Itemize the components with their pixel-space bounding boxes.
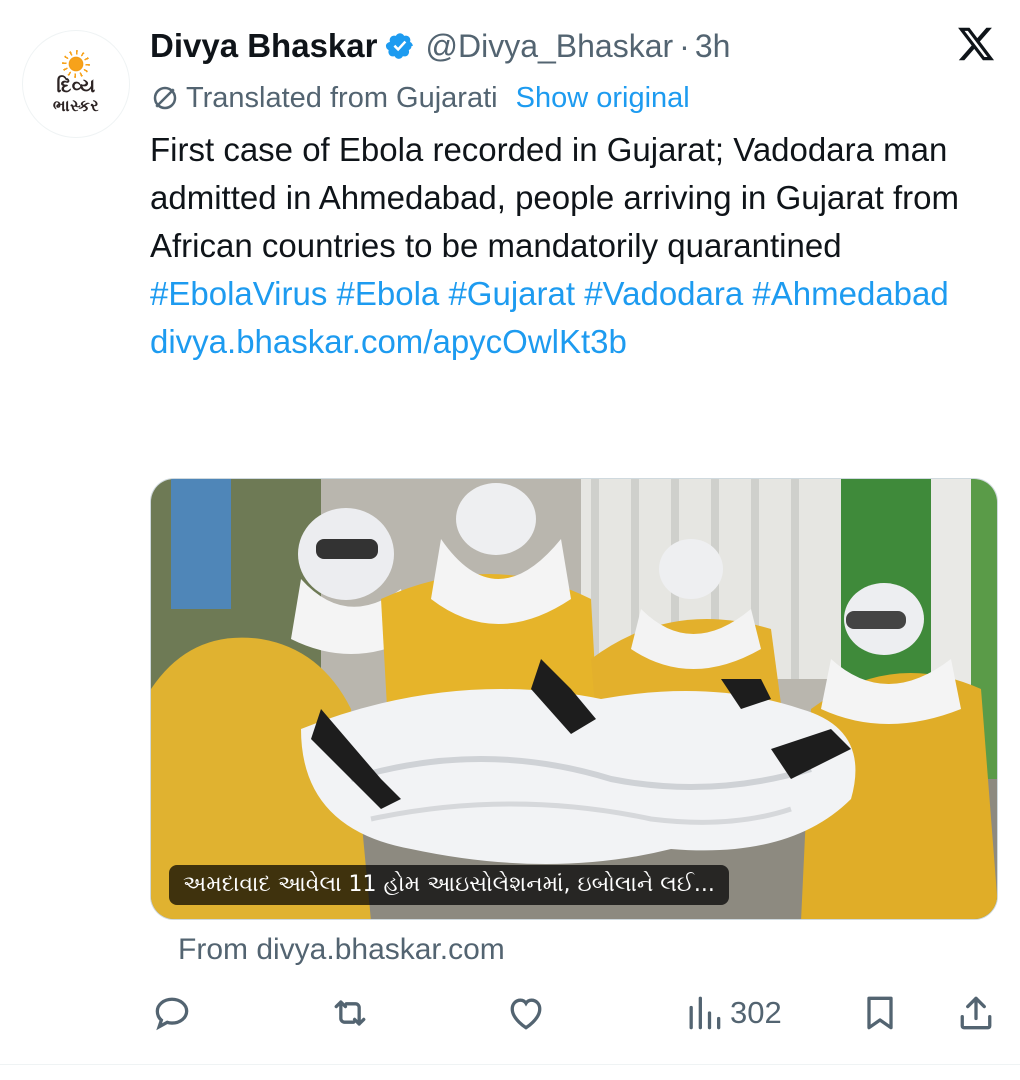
timestamp[interactable]: 3h: [695, 28, 731, 65]
views-icon: [689, 996, 721, 1030]
link-card-image[interactable]: અમદાવાદ આવેલા 11 હોમ આઇસોલેશનમાં, ઇબોલાન…: [150, 478, 998, 920]
like-button[interactable]: [504, 990, 548, 1036]
sun-logo-icon: [67, 54, 85, 73]
separator-dot: ·: [679, 27, 690, 64]
bookmark-icon: [867, 996, 893, 1030]
translation-row: Translated from Gujarati Show original: [150, 78, 690, 118]
share-icon: [960, 996, 992, 1030]
retweet-button[interactable]: [328, 990, 372, 1036]
views-count: 302: [730, 995, 782, 1030]
tweet-body: First case of Ebola recorded in Gujarat;…: [150, 126, 980, 366]
hashtag[interactable]: #Vadodara: [584, 275, 743, 312]
tweet-header: Divya Bhaskar @Divya_Bhaskar · 3h: [150, 26, 730, 66]
hashtag-list: #EbolaVirus #Ebola #Gujarat #Vadodara #A…: [150, 270, 980, 318]
card-source[interactable]: From divya.bhaskar.com: [178, 930, 505, 970]
action-bar: 302: [150, 990, 1000, 1036]
author-name[interactable]: Divya Bhaskar: [150, 27, 377, 65]
divider: [0, 1064, 1020, 1065]
avatar-logo-line2: ભાસ્કર: [52, 95, 100, 115]
translated-label: Translated from Gujarati: [186, 81, 498, 114]
author-handle[interactable]: @Divya_Bhaskar: [425, 28, 673, 65]
image-caption: અમદાવાદ આવેલા 11 હોમ આઇસોલેશનમાં, ઇબોલાન…: [169, 865, 729, 905]
x-logo-icon[interactable]: [956, 24, 996, 64]
tweet-text: First case of Ebola recorded in Gujarat;…: [150, 131, 959, 264]
retweet-icon: [334, 1000, 366, 1026]
verified-badge-icon: [386, 33, 414, 59]
translate-icon: [153, 86, 177, 110]
tweet-link[interactable]: divya.bhaskar.com/apycOwlKt3b: [150, 318, 980, 366]
hashtag[interactable]: #EbolaVirus: [150, 275, 327, 312]
share-button[interactable]: [954, 990, 998, 1036]
bookmark-button[interactable]: [858, 990, 902, 1036]
reply-icon: [155, 997, 189, 1031]
show-original-link[interactable]: Show original: [516, 82, 690, 115]
reply-button[interactable]: [150, 990, 194, 1036]
avatar[interactable]: દિવ્ય ભાસ્કર: [22, 30, 130, 138]
avatar-logo-line1: દિવ્ય: [56, 74, 96, 97]
like-icon: [510, 998, 542, 1030]
hashtag[interactable]: #Gujarat: [448, 275, 575, 312]
ebola-workers-photo: [151, 479, 997, 919]
hashtag[interactable]: #Ahmedabad: [752, 275, 948, 312]
views-button[interactable]: 302: [682, 990, 782, 1036]
hashtag[interactable]: #Ebola: [337, 275, 440, 312]
